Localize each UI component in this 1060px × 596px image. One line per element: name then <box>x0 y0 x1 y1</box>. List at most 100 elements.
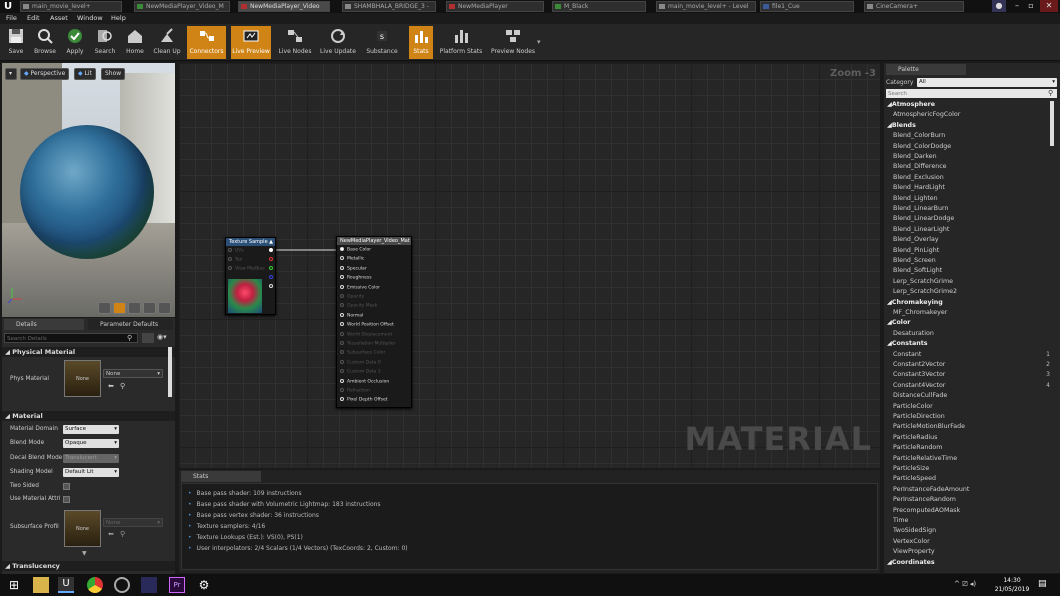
toolbar-overflow-icon[interactable]: ▾ <box>537 38 541 46</box>
material-input-pin[interactable]: Specular <box>340 265 367 272</box>
browse-button[interactable]: Browse <box>31 26 59 59</box>
notification-icon[interactable]: ▤ <box>1038 579 1047 589</box>
palette-item[interactable]: PerInstanceFadeAmount <box>893 486 969 493</box>
material-input-pin[interactable]: Tessellation Multiplier <box>340 341 396 347</box>
restore-icon[interactable]: ▫ <box>1024 0 1038 12</box>
tab-m-black[interactable]: M_Black <box>552 1 646 12</box>
preview-cube-button[interactable] <box>143 302 156 314</box>
palette-item[interactable]: Blend_Lighten <box>893 195 938 202</box>
palette-category[interactable]: ◢Atmosphere <box>887 101 935 108</box>
preview-plane-button[interactable] <box>128 302 141 314</box>
collapse-icon[interactable]: ▲ <box>269 238 275 246</box>
palette-item[interactable]: Blend_Darken <box>893 153 937 160</box>
palette-category[interactable]: ◢Blends <box>887 122 916 129</box>
material-input-pin[interactable]: Roughness <box>340 275 372 281</box>
category-dropdown[interactable]: All ▾ <box>917 78 1057 87</box>
palette-item[interactable]: Desaturation <box>893 330 934 337</box>
cleanup-button[interactable]: Clean Up <box>152 26 182 59</box>
palette-item[interactable]: Blend_Screen <box>893 257 936 264</box>
home-button[interactable]: Home <box>122 26 148 59</box>
preview-cylinder-button[interactable] <box>98 302 111 314</box>
menu-help[interactable]: Help <box>111 13 126 24</box>
close-icon[interactable]: ✕ <box>1040 0 1058 12</box>
palette-item[interactable]: TwoSidedSign <box>893 527 936 534</box>
tab-stats[interactable]: Stats <box>181 471 261 482</box>
tab-main-movie-level-level[interactable]: main_movie_level+ - Level <box>656 1 756 12</box>
material-input-pin[interactable]: Custom Data 1 <box>340 369 381 375</box>
material-input-pin[interactable]: Metallic <box>340 256 364 262</box>
use-material-attributes-checkbox[interactable] <box>63 496 70 503</box>
palette-item[interactable]: Constant2Vector <box>893 361 945 368</box>
tab-details[interactable]: Details <box>4 319 84 330</box>
palette-item[interactable]: Lerp_ScratchGrime2 <box>893 288 957 295</box>
palette-item[interactable]: VertexColor <box>893 538 930 545</box>
palette-item[interactable]: ParticleSpeed <box>893 475 936 482</box>
palette-search-input[interactable]: Search <box>886 89 1057 98</box>
unreal-logo-icon[interactable]: U <box>2 1 14 12</box>
pin-view-mipbias[interactable]: View MipBias <box>228 266 265 272</box>
tab-newmediaplayer[interactable]: NewMediaPlayer <box>446 1 544 12</box>
palette-category[interactable]: ◢Chromakeying <box>887 299 943 306</box>
tray-icons[interactable]: ^ ⎚ ◂) <box>954 580 976 589</box>
material-input-pin[interactable]: Opacity Mask <box>340 303 377 309</box>
chrome-icon[interactable] <box>87 577 103 593</box>
show-button[interactable]: Show <box>101 68 126 80</box>
save-button[interactable]: Save <box>3 26 29 59</box>
preview-mesh-button[interactable] <box>158 302 171 314</box>
palette-item[interactable]: ParticleColor <box>893 403 933 410</box>
blend-mode-dropdown[interactable]: Opaque ▾ <box>63 439 119 448</box>
palette-item[interactable]: ParticleRandom <box>893 444 942 451</box>
palette-item[interactable]: AtmosphericFogColor <box>893 111 960 118</box>
palette-item[interactable]: Time <box>893 517 908 524</box>
palette-item[interactable]: Blend_Difference <box>893 163 947 170</box>
media-encoder-icon[interactable] <box>141 577 157 593</box>
texture-sample-node[interactable]: Texture Sample ▲ UVs Tex View MipBias <box>225 237 276 315</box>
palette-item[interactable]: Blend_LinearDodge <box>893 215 954 222</box>
palette-item[interactable]: ParticleSize <box>893 465 929 472</box>
palette-item[interactable]: ParticleRadius <box>893 434 937 441</box>
palette-item[interactable]: Blend_ColorDodge <box>893 143 951 150</box>
tab-mediaplayer-video-m[interactable]: NewMediaPlayer_Video_M <box>134 1 230 12</box>
palette-item[interactable]: PerInstanceRandom <box>893 496 956 503</box>
material-input-pin[interactable]: Base Color <box>340 247 371 253</box>
substance-button[interactable]: s Substance <box>364 26 400 59</box>
section-physical-material[interactable]: ◢ Physical Material <box>2 347 175 357</box>
shading-model-dropdown[interactable]: Default Lit ▾ <box>63 468 119 477</box>
tab-palette[interactable]: Palette <box>886 64 966 75</box>
windows-start-icon[interactable]: ⊞ <box>6 577 22 593</box>
menu-file[interactable]: File <box>6 13 17 24</box>
use-selected-arrow-icon[interactable]: ⬅ <box>108 530 114 538</box>
tab-cinecamera[interactable]: CineCamera+ <box>864 1 964 12</box>
phys-material-dropdown[interactable]: None ▾ <box>103 369 163 378</box>
material-input-pin[interactable]: Subsurface Color <box>340 350 385 356</box>
live-update-button[interactable]: Live Update <box>319 26 357 59</box>
material-input-pin[interactable]: Pixel Depth Offset <box>340 397 388 403</box>
expand-advanced-icon[interactable]: ▼ <box>82 550 87 557</box>
material-input-pin[interactable]: Ambient Occlusion <box>340 378 389 385</box>
stats-toggle[interactable]: Stats <box>409 26 433 59</box>
palette-category[interactable]: ◢Constants <box>887 340 928 347</box>
pin-uvs[interactable]: UVs <box>228 248 244 254</box>
file-explorer-icon[interactable] <box>33 577 49 593</box>
material-input-pin[interactable]: Refraction <box>340 388 370 394</box>
material-result-node[interactable]: NewMediaPlayer_Video_Mat Base Color Metal… <box>336 236 412 408</box>
palette-item[interactable]: Blend_Exclusion <box>893 174 944 181</box>
use-selected-arrow-icon[interactable]: ⬅ <box>108 382 114 390</box>
viewport-options-button[interactable]: ▾ <box>5 68 17 80</box>
palette-item[interactable]: Constant3Vector <box>893 371 945 378</box>
tab-shambhala-bridge[interactable]: SHAMBHALA_BRIDGE_3 - <box>342 1 436 12</box>
palette-item[interactable]: ParticleMotionBlurFade <box>893 423 965 430</box>
pin-tex[interactable]: Tex <box>228 257 242 263</box>
section-translucency[interactable]: ◢ Translucency <box>2 561 175 571</box>
unreal-engine-icon[interactable]: U <box>58 577 74 593</box>
apply-button[interactable]: Apply <box>62 26 88 59</box>
out-a-pin[interactable] <box>269 284 273 288</box>
browse-magnifier-icon[interactable]: ⚲ <box>120 530 125 538</box>
tab-parameter-defaults[interactable]: Parameter Defaults <box>88 319 173 330</box>
menu-edit[interactable]: Edit <box>27 13 40 24</box>
material-input-pin[interactable]: Custom Data 0 <box>340 359 381 366</box>
eye-icon[interactable]: ◉▾ <box>157 333 171 343</box>
tab-mediaplayer-video[interactable]: NewMediaPlayer_Video <box>238 1 330 12</box>
palette-category[interactable]: ◢Coordinates <box>887 559 935 566</box>
material-input-pin[interactable]: World Displacement <box>340 331 392 338</box>
